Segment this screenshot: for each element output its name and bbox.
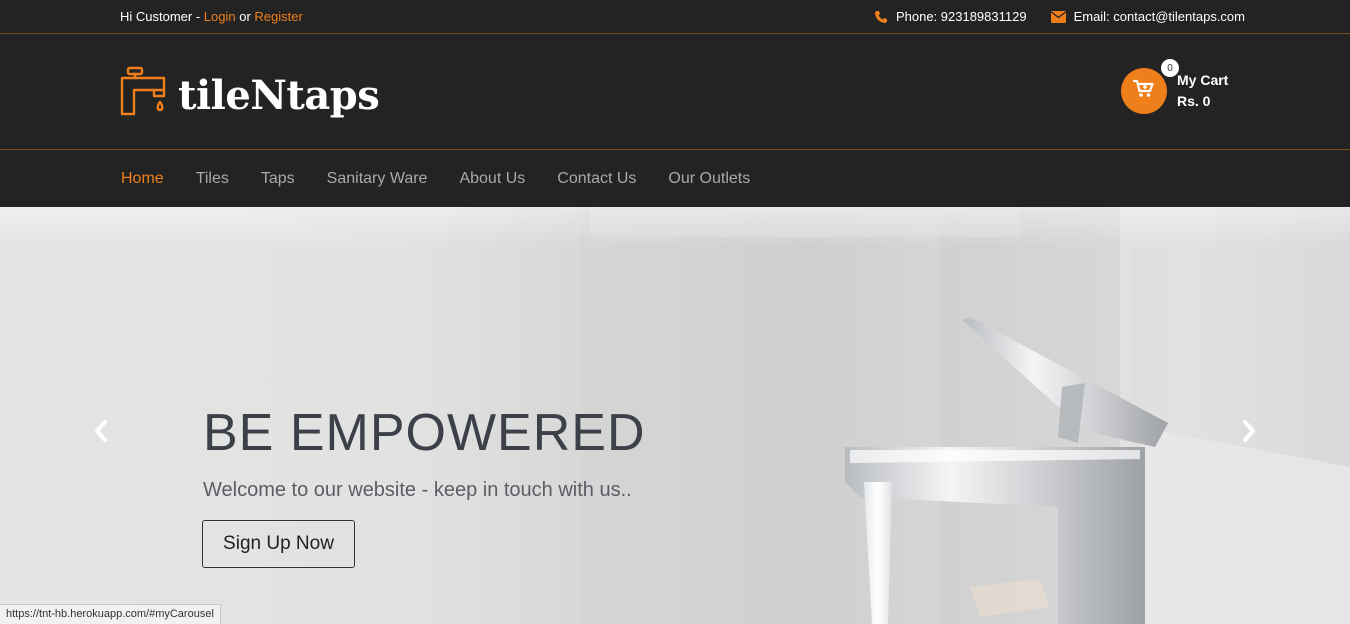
logo-text: tileNtaps xyxy=(178,72,380,119)
carousel-prev-chevron-icon[interactable] xyxy=(92,419,110,448)
nav-item-tiles[interactable]: Tiles xyxy=(196,170,229,188)
phone-contact: Phone: 923189831129 xyxy=(874,9,1027,24)
carousel-next-chevron-icon[interactable] xyxy=(1240,419,1258,448)
phone-icon xyxy=(874,10,888,24)
envelope-icon xyxy=(1050,10,1066,23)
nav-item-about-us[interactable]: About Us xyxy=(459,170,525,188)
cart-icon xyxy=(1132,79,1155,104)
cart-amount: Rs. 0 xyxy=(1177,93,1211,109)
hero-carousel: BE EMPOWERED Welcome to our website - ke… xyxy=(0,207,1350,624)
browser-status-url: https://tnt-hb.herokuapp.com/#myCarousel xyxy=(0,604,221,624)
nav-item-contact-us[interactable]: Contact Us xyxy=(557,170,636,188)
site-header: tileNtaps 0 My Cart Rs. 0 xyxy=(0,34,1350,150)
faucet-logo-icon xyxy=(120,66,172,125)
nav-item-home[interactable]: Home xyxy=(121,170,164,188)
email-contact: Email: contact@tilentaps.com xyxy=(1050,9,1245,24)
cart-widget[interactable]: 0 My Cart Rs. 0 xyxy=(1121,57,1228,114)
cart-button[interactable]: 0 xyxy=(1121,57,1181,114)
hero-subtitle: Welcome to our website - keep in touch w… xyxy=(203,479,632,501)
register-link[interactable]: Register xyxy=(254,9,302,24)
cart-summary[interactable]: My Cart Rs. 0 xyxy=(1177,70,1228,112)
phone-text: Phone: 923189831129 xyxy=(895,9,1027,24)
email-text: Email: contact@tilentaps.com xyxy=(1073,9,1245,24)
greeting-text: Hi Customer - xyxy=(120,9,204,24)
cart-count-badge: 0 xyxy=(1159,57,1181,79)
login-link[interactable]: Login xyxy=(204,9,236,24)
user-greeting: Hi Customer - Login or Register xyxy=(120,9,303,24)
sign-up-now-button[interactable]: Sign Up Now xyxy=(202,520,355,568)
top-info-bar: Hi Customer - Login or Register Phone: 9… xyxy=(0,0,1350,34)
nav-item-sanitary-ware[interactable]: Sanitary Ware xyxy=(327,170,428,188)
nav-item-our-outlets[interactable]: Our Outlets xyxy=(668,170,750,188)
or-text: or xyxy=(235,9,255,24)
main-navigation: Home Tiles Taps Sanitary Ware About Us C… xyxy=(0,150,1350,206)
cart-title: My Cart xyxy=(1177,72,1229,88)
site-logo[interactable]: tileNtaps xyxy=(120,66,380,125)
hero-title: BE EMPOWERED xyxy=(203,404,646,462)
nav-item-taps[interactable]: Taps xyxy=(261,170,295,188)
